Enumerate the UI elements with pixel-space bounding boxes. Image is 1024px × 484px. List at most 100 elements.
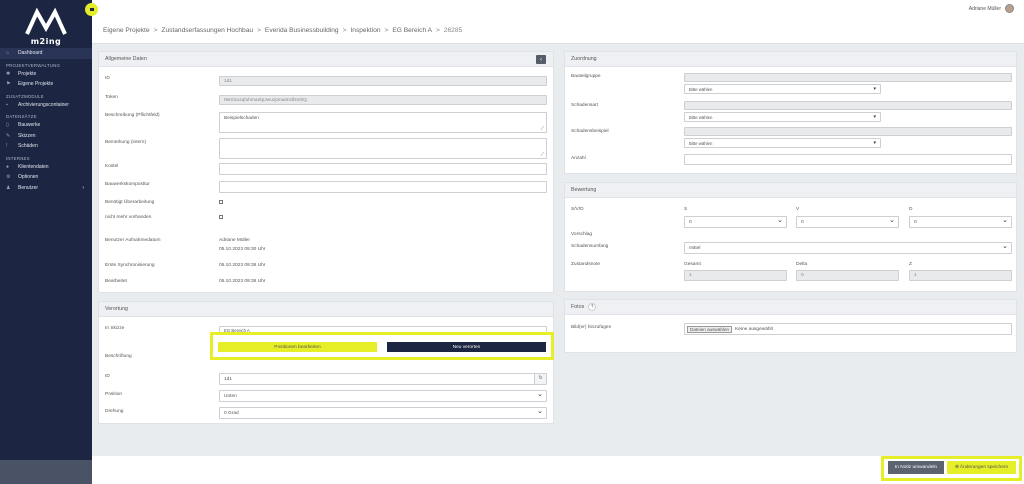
user-name: Adriane Müller: [968, 5, 1001, 12]
v-select[interactable]: 0: [796, 216, 899, 228]
umfang-select[interactable]: mittel: [684, 242, 1012, 254]
nicht-label: nicht mehr vorhanden: [105, 215, 152, 220]
sidebar-footer: [0, 460, 92, 484]
verortung-id-value: 1d1: [224, 376, 233, 382]
bauwerks-input[interactable]: [219, 181, 547, 193]
beschreibung-textarea[interactable]: Beispielschaden: [219, 112, 547, 133]
s-label: S: [684, 207, 688, 212]
sidebar-item-label: Projekte: [18, 70, 37, 77]
sidebar-item-label: Bauwerke: [18, 122, 41, 129]
umfang-label: Schadensumfang: [571, 244, 609, 249]
card-header: Bewertung: [565, 183, 1016, 198]
anzahl-input[interactable]: [684, 154, 1012, 165]
aenderungen-speichern-button[interactable]: ⊗ Änderungen speichern: [947, 461, 1016, 474]
sidebar-item-label: Benutzer: [18, 184, 39, 191]
allgemeine-daten-card: Allgemeine Daten ‹ ID 1d1 Token I9sGsuzq…: [98, 51, 554, 293]
neu-verorten-button[interactable]: Neu verorten: [387, 342, 546, 352]
refresh-icon[interactable]: ↻: [534, 374, 546, 384]
drehung-label: Drehung: [105, 409, 124, 414]
breadcrumb-current: 26285: [443, 26, 463, 34]
breadcrumb-separator: >: [435, 26, 440, 34]
position-value: Unten: [224, 393, 237, 399]
breadcrumb-item[interactable]: Everida Businessbuilding: [265, 27, 339, 34]
bewertung-card: Bewertung S/V/D S V D 0 0 0 Vorschlag Sc…: [564, 182, 1017, 292]
avatar: [1005, 4, 1014, 13]
ueberarbeitung-checkbox[interactable]: [219, 200, 223, 204]
positionen-bearbeiten-button[interactable]: Positionen bearbeiten: [218, 342, 377, 352]
umfang-value: mittel: [689, 245, 701, 251]
z-value: 1: [914, 273, 917, 278]
sidebar-item-label: Skizzen: [18, 132, 36, 139]
logo[interactable]: m2ing: [0, 0, 92, 48]
benutzer-label: Benutzer Aufnahmedatum: [105, 238, 161, 243]
v-label: V: [796, 207, 800, 212]
bauwerks-label: Bauwerkskomposttur: [105, 182, 150, 187]
card-header: Verortung: [99, 302, 553, 317]
sidebar-item-eigene-projekte[interactable]: ⚑ Eigene Projekte: [0, 79, 92, 90]
skizze-label: In Skizze: [105, 326, 125, 331]
sidebar-section-internes: INTERNES: [6, 155, 30, 161]
nicht-checkbox[interactable]: [219, 215, 223, 219]
id-value: 1d1: [224, 78, 233, 84]
breadcrumb-item[interactable]: Eigene Projekte: [103, 27, 150, 34]
collapse-button[interactable]: ‹: [536, 55, 546, 64]
sidebar-item-label: Klientendaten: [18, 163, 49, 170]
schadensart-placeholder: Bitte wählen: [689, 114, 713, 120]
user-menu[interactable]: Adriane Müller: [969, 4, 1014, 13]
sidebar-item-label: Eigene Projekte: [18, 81, 54, 88]
breadcrumb: Eigene Projekte > Zustandserfassungen Hoc…: [92, 17, 1024, 44]
upload-icon[interactable]: ⇡: [588, 303, 597, 311]
menu-icon: [89, 8, 94, 11]
breadcrumb-separator: >: [153, 26, 158, 34]
sidebar-section-zusatz: ZUSATZMODULE: [6, 93, 44, 99]
verortung-id-label: ID: [105, 374, 110, 379]
schadensbeispiel-field: [684, 127, 1012, 136]
zustand-label: Zustandsnote: [571, 262, 601, 267]
breadcrumb-item[interactable]: Inspektion: [350, 27, 380, 34]
token-label: Token: [105, 95, 118, 100]
sidebar-item-dashboard[interactable]: ⌂ Dashboard: [0, 48, 92, 59]
d-select[interactable]: 0: [909, 216, 1012, 228]
schadensart-label: Schadensart: [571, 103, 598, 108]
card-header: Allgemeine Daten ‹: [99, 52, 553, 67]
schadensbeispiel-select[interactable]: Bitte wählen: [684, 138, 881, 148]
breadcrumb-item[interactable]: Zustandserfassungen Hochbau: [161, 27, 253, 34]
sidebar-item-bauwerke[interactable]: ▯ Bauwerke: [0, 120, 92, 131]
benutzer-value: Adriane Müller: [219, 238, 250, 243]
sidebar-item-schaeden[interactable]: ǃ Schäden: [0, 141, 92, 152]
beschreibung-label: Beschreibung (Pflichtfeld): [105, 113, 160, 118]
gesamt-label: Gesamt: [684, 262, 701, 267]
sync-value: 05.10.2023 09:36 Uhr: [219, 263, 266, 268]
anzahl-label: Anzahl: [571, 156, 586, 161]
bemerkung-textarea[interactable]: [219, 138, 547, 159]
chevron-left-icon: ‹: [540, 56, 542, 63]
delta-value: 0: [801, 273, 804, 278]
verortung-id-field[interactable]: 1d1 ↻: [219, 373, 547, 385]
sidebar-toggle-button[interactable]: [85, 3, 98, 16]
topbar: Adriane Müller: [92, 0, 1024, 17]
s-select[interactable]: 0: [684, 216, 787, 228]
bauteil-select[interactable]: Bitte wählen: [684, 84, 881, 94]
kosten-input[interactable]: [219, 163, 547, 175]
sidebar-item-projekte[interactable]: ✱ Projekte: [0, 69, 92, 80]
drehung-select[interactable]: 0 Grad: [219, 407, 547, 419]
file-input[interactable]: Dateien auswählen Keine ausgewählt: [684, 323, 1012, 335]
breadcrumb-item[interactable]: EG Bereich A: [392, 27, 432, 34]
breadcrumb-separator: >: [342, 26, 347, 34]
sidebar-item-optionen[interactable]: ⚙ Optionen: [0, 172, 92, 183]
sidebar-item-benutzer[interactable]: ♟ Benutzer ›: [0, 183, 92, 194]
in-notiz-umwandeln-button[interactable]: In Notiz umwandeln: [888, 461, 944, 474]
sidebar-item-klientendaten[interactable]: ● Klientendaten: [0, 162, 92, 173]
file-choose-button[interactable]: Dateien auswählen: [687, 325, 733, 333]
beschriftung-label: Beschriftung: [105, 354, 132, 359]
d-value: 0: [914, 219, 917, 225]
breadcrumb-separator: >: [257, 26, 261, 34]
card-title: Zuordnung: [571, 56, 597, 62]
sidebar-item-label: Schäden: [18, 143, 38, 150]
sidebar-section-daten: DATENSÄTZE: [6, 114, 37, 119]
schadensart-select[interactable]: Bitte wählen: [684, 112, 881, 122]
sidebar-item-skizzen[interactable]: ✎ Skizzen: [0, 131, 92, 142]
sidebar-item-archivierung[interactable]: ▪ Archivierungscontainer: [0, 100, 92, 111]
drehung-value: 0 Grad: [224, 410, 239, 416]
position-select[interactable]: Unten: [219, 390, 547, 402]
